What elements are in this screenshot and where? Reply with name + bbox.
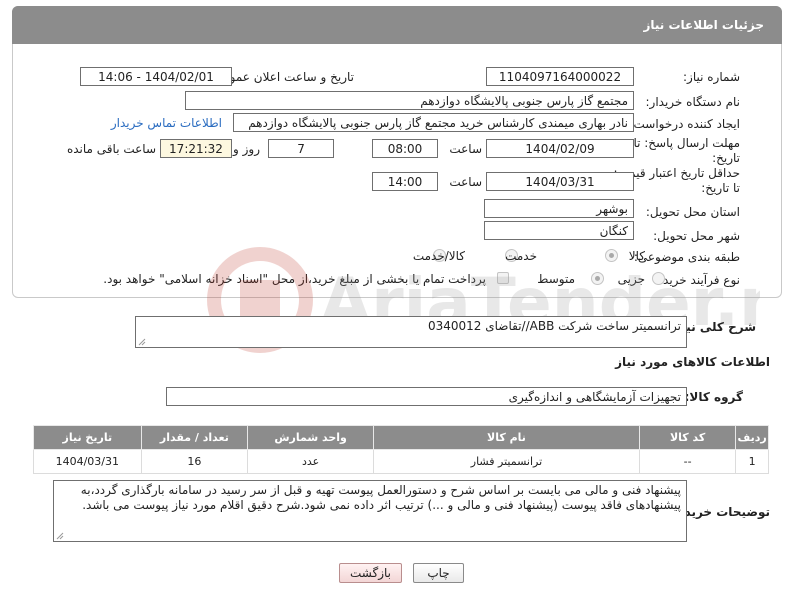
col-header-code: کد کالا — [638, 425, 737, 450]
announce-field: 1404/02/01 - 14:06 — [80, 67, 232, 86]
col-header-need-date: تاریخ نیاز — [33, 425, 142, 450]
price-validity-label-2: تا تاریخ: — [701, 181, 740, 195]
resize-grip-icon[interactable] — [56, 532, 64, 540]
col-header-name: نام کالا — [373, 425, 640, 450]
reply-date-field: 1404/02/09 — [486, 139, 634, 158]
panel-title: جزئیات اطلاعات نیاز — [643, 18, 764, 32]
requester-label: ایجاد کننده درخواست: — [629, 117, 740, 131]
category-option-service: خدمت — [505, 249, 537, 263]
remaining-time-field: 17:21:32 — [160, 139, 232, 158]
city-field: کنگان — [484, 221, 634, 240]
cell-need-date: 1404/03/31 — [33, 449, 142, 474]
panel-header: جزئیات اطلاعات نیاز — [12, 6, 782, 44]
goods-group-label: گروه کالا: — [684, 390, 743, 404]
resize-grip-icon[interactable] — [138, 338, 146, 346]
description-text: ترانسمیتر ساخت شرکت ABB//تقاضای 0340012 — [427, 319, 681, 333]
table-row[interactable]: 1 -- ترانسمیتر فشار عدد 16 1404/03/31 — [33, 449, 769, 474]
reply-days-label: روز و — [233, 142, 260, 156]
reply-time-field: 08:00 — [372, 139, 438, 158]
buyer-contact-link[interactable]: اطلاعات تماس خریدار — [111, 116, 222, 130]
price-validity-time-label: ساعت — [449, 175, 482, 189]
cell-name: ترانسمیتر فشار — [373, 449, 640, 474]
col-header-unit: واحد شمارش — [247, 425, 375, 450]
back-button[interactable]: بازگشت — [339, 563, 402, 583]
reply-time-label: ساعت — [449, 142, 482, 156]
price-validity-time-field: 14:00 — [372, 172, 438, 191]
cell-row-num: 1 — [735, 449, 769, 474]
cell-code: -- — [638, 449, 737, 474]
reply-deadline-label-2: تاریخ: — [712, 151, 740, 165]
treasury-payment-checkbox[interactable] — [497, 272, 509, 284]
process-option-minor: جزیی — [617, 272, 645, 286]
process-radio-medium[interactable] — [591, 272, 604, 285]
reply-deadline-label-1: مهلت ارسال پاسخ: تا — [633, 136, 740, 150]
price-validity-date-field: 1404/03/31 — [486, 172, 634, 191]
print-button[interactable]: چاپ — [413, 563, 464, 583]
category-option-goods-service: کالا/خدمت — [412, 249, 465, 263]
buyer-notes-field: پیشنهاد فنی و مالی می بایست بر اساس شرح … — [53, 480, 687, 542]
table-header-row: ردیف کد کالا نام کالا واحد شمارش تعداد /… — [33, 425, 769, 450]
description-field: ترانسمیتر ساخت شرکت ABB//تقاضای 0340012 — [135, 316, 687, 348]
remaining-label: ساعت باقی مانده — [66, 142, 156, 156]
category-label: طبقه بندی موضوعی: — [633, 250, 740, 264]
province-label: استان محل تحویل: — [645, 205, 740, 219]
treasury-payment-note: پرداخت تمام یا بخشی از مبلغ خرید،از محل … — [103, 272, 486, 286]
buyer-org-label: نام دستگاه خریدار: — [645, 95, 741, 109]
province-field: بوشهر — [484, 199, 634, 218]
goods-group-field: تجهیزات آزمایشگاهی و اندازه‌گیری — [166, 387, 687, 406]
col-header-row-num: ردیف — [735, 425, 769, 450]
goods-table: ردیف کد کالا نام کالا واحد شمارش تعداد /… — [33, 425, 769, 474]
city-label: شهر محل تحویل: — [653, 229, 740, 243]
buyer-notes-text: پیشنهاد فنی و مالی می بایست بر اساس شرح … — [80, 483, 681, 512]
need-number-field: 1104097164000022 — [486, 67, 634, 86]
requester-field: نادر بهاری میمندی کارشناس خرید مجتمع گاز… — [233, 113, 634, 132]
cell-unit: عدد — [247, 449, 375, 474]
reply-days-field: 7 — [268, 139, 334, 158]
process-option-medium: متوسط — [537, 272, 575, 286]
category-option-goods: کالا — [628, 249, 645, 263]
buyer-org-field: مجتمع گاز پارس جنوبی پالایشگاه دوازدهم — [185, 91, 634, 110]
col-header-qty: تعداد / مقدار — [140, 425, 249, 450]
process-radio-minor[interactable] — [652, 272, 665, 285]
cell-qty: 16 — [140, 449, 249, 474]
category-radio-goods[interactable] — [605, 249, 618, 262]
need-number-label: شماره نیاز: — [683, 70, 740, 84]
goods-section-title: اطلاعات کالاهای مورد نیاز — [615, 355, 770, 369]
process-label: نوع فرآیند خرید : — [655, 273, 740, 287]
